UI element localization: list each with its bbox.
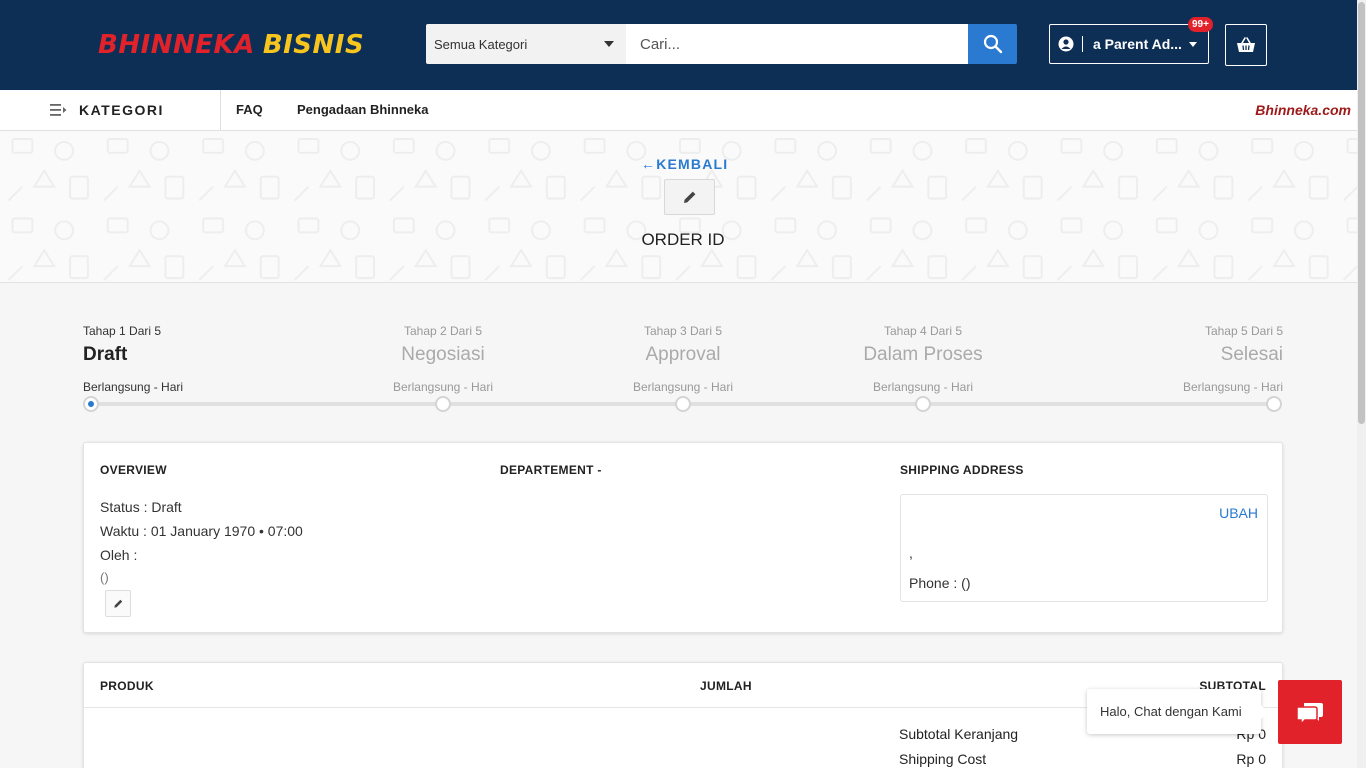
logo-text-bhinneka: BHINNEKA bbox=[98, 30, 255, 60]
step-dot-5 bbox=[1266, 396, 1282, 412]
nav-link-faq[interactable]: FAQ bbox=[236, 102, 263, 117]
step-stage: Tahap 1 Dari 5 bbox=[83, 324, 162, 338]
back-label: KEMBALI bbox=[656, 156, 729, 172]
address-phone: Phone : () bbox=[909, 575, 971, 591]
menu-icon bbox=[50, 104, 67, 116]
step-3: Tahap 3 Dari 5 Approval Berlangsung - Ha… bbox=[583, 324, 783, 394]
change-address-link[interactable]: UBAH bbox=[1219, 505, 1258, 521]
secondary-nav: KATEGORI FAQ Pengadaan Bhinneka Bhinneka… bbox=[0, 90, 1366, 131]
order-time: Waktu : 01 January 1970 • 07:00 bbox=[100, 523, 303, 539]
step-stage: Tahap 4 Dari 5 bbox=[883, 324, 963, 338]
shipping-address-box: UBAH , Phone : () bbox=[900, 494, 1268, 602]
step-name: Negosiasi bbox=[401, 344, 485, 365]
step-name: Selesai bbox=[1220, 344, 1283, 365]
category-select[interactable]: Semua Kategori bbox=[426, 24, 626, 64]
order-status: Status : Draft bbox=[100, 499, 182, 515]
top-header: BHINNEKABISNIS Semua Kategori a Parent A… bbox=[0, 0, 1366, 90]
divider bbox=[1082, 36, 1083, 52]
chat-bubble-text: Halo, Chat dengan Kami bbox=[1100, 704, 1242, 719]
order-by-detail: () bbox=[100, 570, 109, 585]
step-duration: Berlangsung - Hari bbox=[1182, 380, 1283, 394]
step-4: Tahap 4 Dari 5 Dalam Proses Berlangsung … bbox=[823, 324, 1023, 394]
step-name: Dalam Proses bbox=[863, 344, 983, 365]
pencil-icon bbox=[113, 599, 122, 608]
step-dot-1 bbox=[83, 396, 99, 412]
chat-button[interactable] bbox=[1278, 680, 1342, 744]
department-title: DEPARTEMENT - bbox=[500, 463, 602, 477]
step-duration: Berlangsung - Hari bbox=[872, 380, 974, 394]
caret-down-icon bbox=[604, 41, 614, 47]
search-input[interactable] bbox=[626, 24, 968, 64]
logo-text-bisnis: BISNIS bbox=[262, 30, 365, 60]
step-dot-2 bbox=[435, 396, 451, 412]
subtotal-label: Subtotal Keranjang bbox=[899, 726, 1019, 742]
step-duration: Berlangsung - Hari bbox=[392, 380, 494, 394]
pencil-icon bbox=[683, 191, 695, 203]
arrow-left-icon: ← bbox=[641, 156, 657, 172]
step-5: Tahap 5 Dari 5 Selesai Berlangsung - Har… bbox=[1083, 324, 1283, 394]
step-name: Draft bbox=[83, 344, 128, 365]
step-2: Tahap 2 Dari 5 Negosiasi Berlangsung - H… bbox=[343, 324, 543, 394]
shipping-cost-label: Shipping Cost bbox=[899, 751, 987, 767]
step-1: Tahap 1 Dari 5 Draft Berlangsung - Hari bbox=[83, 324, 183, 394]
notification-badge: 99+ bbox=[1188, 17, 1213, 32]
cart-button[interactable] bbox=[1225, 24, 1267, 66]
step-stage: Tahap 5 Dari 5 bbox=[1204, 324, 1283, 338]
step-duration: Berlangsung - Hari bbox=[632, 380, 734, 394]
category-select-value: Semua Kategori bbox=[434, 36, 528, 52]
account-name: a Parent Ad... bbox=[1093, 36, 1182, 52]
kategori-menu-button[interactable]: KATEGORI bbox=[0, 90, 221, 130]
nav-link-pengadaan[interactable]: Pengadaan Bhinneka bbox=[297, 102, 428, 117]
step-dot-3 bbox=[675, 396, 691, 412]
page-scrollbar[interactable] bbox=[1357, 0, 1366, 768]
shipping-cost-value: Rp 0 bbox=[1236, 751, 1266, 767]
bhinneka-bisnis-logo[interactable]: BHINNEKA BISNIS bbox=[98, 30, 364, 60]
step-stage: Tahap 2 Dari 5 bbox=[403, 324, 483, 338]
order-by: Oleh : bbox=[100, 547, 138, 563]
search-icon bbox=[983, 34, 1002, 54]
shipping-address-title: SHIPPING ADDRESS bbox=[900, 463, 1024, 477]
order-banner: ←KEMBALI ORDER ID bbox=[0, 131, 1366, 283]
edit-order-button[interactable] bbox=[664, 179, 715, 215]
step-duration: Berlangsung - Hari bbox=[83, 380, 184, 394]
bhinneka-com-link[interactable]: Bhinneka.com bbox=[1255, 102, 1351, 118]
step-stage: Tahap 3 Dari 5 bbox=[643, 324, 723, 338]
order-id-title: ORDER ID bbox=[641, 230, 725, 249]
col-jumlah: JUMLAH bbox=[700, 679, 752, 693]
kategori-label: KATEGORI bbox=[79, 102, 164, 118]
account-menu-button[interactable]: a Parent Ad... bbox=[1049, 24, 1209, 64]
step-dot-4 bbox=[915, 396, 931, 412]
address-line: , bbox=[909, 545, 913, 561]
edit-overview-button[interactable] bbox=[105, 590, 131, 617]
user-icon bbox=[1050, 36, 1082, 52]
step-name: Approval bbox=[645, 344, 721, 365]
overview-title: OVERVIEW bbox=[100, 463, 167, 477]
basket-icon bbox=[1237, 37, 1255, 52]
search-button[interactable] bbox=[968, 24, 1017, 64]
scrollbar-thumb[interactable] bbox=[1358, 2, 1365, 424]
overview-card: OVERVIEW Status : Draft Waktu : 01 Janua… bbox=[83, 442, 1283, 633]
caret-down-icon bbox=[1188, 41, 1197, 47]
col-produk: PRODUK bbox=[100, 679, 154, 693]
search-bar: Semua Kategori bbox=[426, 24, 1017, 64]
chat-icon bbox=[1296, 703, 1323, 725]
chat-bubble[interactable]: Halo, Chat dengan Kami bbox=[1087, 689, 1268, 734]
back-link[interactable]: ←KEMBALI bbox=[641, 156, 728, 172]
